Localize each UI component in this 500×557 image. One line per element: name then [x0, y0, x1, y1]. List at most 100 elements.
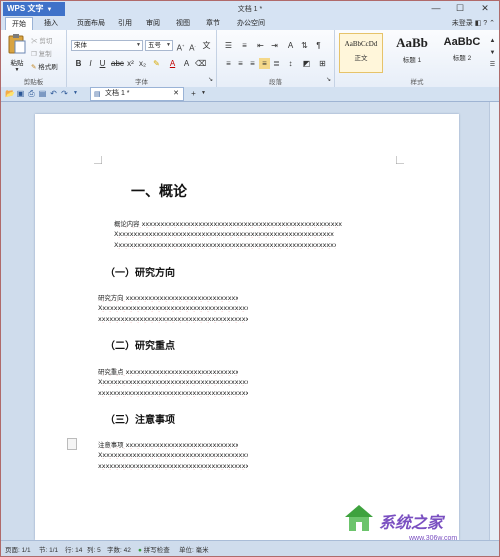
tab-view[interactable]: 视图: [171, 17, 195, 30]
save-icon[interactable]: ▣: [16, 89, 25, 98]
doc-tab-label: 文档 1 *: [105, 90, 130, 97]
cut-label: 剪切: [39, 38, 53, 45]
section-line[interactable]: Xxxxxxxxxxxxxxxxxxxxxxxxxxxxxxxxxxxxxxxx…: [98, 451, 248, 459]
redo-icon[interactable]: ↷: [60, 89, 69, 98]
tab-page-layout[interactable]: 页面布局: [71, 17, 111, 30]
show-marks-icon[interactable]: ¶: [313, 40, 324, 51]
scissors-icon: ✂: [31, 38, 38, 45]
indent-icon[interactable]: ⇥: [269, 40, 280, 51]
tab-references[interactable]: 引用: [113, 17, 137, 30]
bold-icon[interactable]: B: [73, 58, 84, 69]
paste-icon: [8, 34, 26, 54]
dialog-launcher-icon[interactable]: ↘: [323, 75, 334, 86]
pinyin-icon[interactable]: 文: [201, 40, 212, 51]
close-icon[interactable]: ✕: [173, 88, 179, 100]
section-line-text: Xxxxxxxxxxxxxxxxxxxxxxxxxxxxxxxxxxxxxxxx…: [98, 304, 248, 312]
help-icon[interactable]: ?: [483, 20, 487, 27]
intro-line[interactable]: Xxxxxxxxxxxxxxxxxxxxxxxxxxxxxxxxxxxxxxxx…: [114, 241, 336, 249]
distributed-icon[interactable]: ≣: [271, 58, 282, 69]
print-preview-icon[interactable]: ▤: [38, 89, 47, 98]
paste-button[interactable]: 粘贴 ▼: [7, 33, 27, 73]
font-color-icon[interactable]: A: [167, 58, 178, 69]
tab-insert[interactable]: 插入: [37, 17, 65, 30]
section-line[interactable]: xxxxxxxxxxxxxxxxxxxxxxxxxxxxxxxxxxxxxxxx…: [98, 389, 248, 397]
clear-format-icon[interactable]: ⌫: [195, 58, 206, 69]
cut-button[interactable]: ✂ 剪切: [31, 35, 52, 45]
chevron-up-icon[interactable]: ⌃: [489, 20, 495, 27]
subscript-icon[interactable]: x₂: [137, 58, 148, 69]
login-status[interactable]: 未登录 ◧ ? ⌃: [452, 17, 495, 30]
status-page[interactable]: 页面: 1/1: [5, 544, 31, 554]
line-spacing-icon[interactable]: ↕: [285, 58, 296, 69]
undo-icon[interactable]: ↶: [49, 89, 58, 98]
maximize-button[interactable]: ☐: [449, 2, 471, 15]
format-painter-button[interactable]: ✎ 格式刷: [31, 61, 58, 71]
justify-icon[interactable]: ≡: [259, 58, 270, 69]
font-size-select[interactable]: 五号 ▼: [145, 40, 173, 51]
grow-font-icon[interactable]: A+: [175, 40, 186, 53]
outdent-icon[interactable]: ⇤: [255, 40, 266, 51]
vertical-scrollbar[interactable]: [489, 102, 499, 540]
document-page[interactable]: [35, 114, 459, 540]
dialog-launcher-icon[interactable]: ↘: [205, 75, 216, 86]
doc-title[interactable]: 一、概论: [131, 181, 187, 201]
style-heading1[interactable]: AaBb 标题 1: [387, 33, 437, 73]
align-right-icon[interactable]: ≡: [247, 58, 258, 69]
intro-line[interactable]: 概论内容 xxxxxxxxxxxxxxxxxxxxxxxxxxxxxxxxxxx…: [114, 219, 342, 228]
section-line[interactable]: xxxxxxxxxxxxxxxxxxxxxxxxxxxxxxxxxxxxxxxx…: [98, 462, 248, 470]
section-heading[interactable]: （三）注意事项: [105, 411, 175, 426]
skin-icon[interactable]: ◧: [475, 20, 482, 27]
spell-check[interactable]: ● 拼写检查: [138, 544, 170, 554]
align-left-icon[interactable]: ≡: [223, 58, 234, 69]
section-heading[interactable]: （一）研究方向: [105, 264, 175, 279]
chevron-up-icon[interactable]: ▲: [487, 36, 498, 47]
print-icon[interactable]: ⎙: [27, 89, 36, 98]
spell-check-label: 拼写检查: [143, 547, 170, 554]
numbered-list-icon[interactable]: ≡: [239, 40, 250, 51]
tab-office-space[interactable]: 办公空间: [231, 17, 271, 30]
tab-review[interactable]: 审阅: [141, 17, 165, 30]
copy-button[interactable]: ❐ 复制: [31, 48, 52, 58]
section-line-text: 注意事项 xxxxxxxxxxxxxxxxxxxxxxxxxxxxxxxxxxx…: [98, 441, 238, 449]
strikethrough-icon[interactable]: abc: [111, 58, 124, 69]
section-line[interactable]: 注意事项 xxxxxxxxxxxxxxxxxxxxxxxxxxxxxxxxxxx…: [98, 440, 238, 449]
font-name-select[interactable]: 宋体 ▼: [71, 40, 143, 51]
section-line[interactable]: xxxxxxxxxxxxxxxxxxxxxxxxxxxxxxxxxxxxxxxx…: [98, 315, 248, 323]
intro-line-text: Xxxxxxxxxxxxxxxxxxxxxxxxxxxxxxxxxxxxxxxx…: [114, 230, 334, 238]
close-button[interactable]: ✕: [473, 2, 497, 15]
section-heading[interactable]: （二）研究重点: [105, 337, 175, 352]
align-center-icon[interactable]: ≡: [235, 58, 246, 69]
section-line[interactable]: Xxxxxxxxxxxxxxxxxxxxxxxxxxxxxxxxxxxxxxxx…: [98, 378, 248, 386]
char-shading-icon[interactable]: A: [181, 58, 192, 69]
intro-line[interactable]: Xxxxxxxxxxxxxxxxxxxxxxxxxxxxxxxxxxxxxxxx…: [114, 230, 334, 238]
superscript-icon[interactable]: x²: [125, 58, 136, 69]
underline-icon[interactable]: U: [97, 58, 108, 69]
more-styles-icon[interactable]: ☰: [487, 60, 498, 71]
new-tab-icon[interactable]: +: [189, 89, 198, 98]
italic-icon[interactable]: I: [85, 58, 96, 69]
sort-icon[interactable]: ⇅: [299, 40, 310, 51]
tab-chapter[interactable]: 章节: [201, 17, 225, 30]
chevron-down-icon[interactable]: ▼: [199, 89, 208, 98]
section-line[interactable]: Xxxxxxxxxxxxxxxxxxxxxxxxxxxxxxxxxxxxxxxx…: [98, 304, 248, 312]
style-heading2[interactable]: AaBbC 标题 2: [439, 33, 485, 73]
menu-tabs: 开始 插入 页面布局 引用 审阅 视图 章节 办公空间 未登录 ◧ ? ⌃: [1, 17, 499, 30]
style-normal[interactable]: AaBbCcDd 正文: [339, 33, 383, 73]
chevron-down-icon[interactable]: ▼: [71, 89, 80, 98]
highlight-icon[interactable]: ✎: [151, 58, 162, 69]
minimize-button[interactable]: —: [425, 2, 447, 15]
shrink-font-icon[interactable]: A-: [187, 40, 198, 53]
status-words[interactable]: 字数: 42: [107, 544, 131, 554]
chevron-down-icon[interactable]: ▼: [487, 48, 498, 59]
doc-tab[interactable]: ▤ 文档 1 * ✕: [90, 87, 184, 101]
shading-icon[interactable]: ◩: [301, 58, 312, 69]
copy-icon: ❐: [31, 51, 37, 58]
section-line[interactable]: 研究方向 xxxxxxxxxxxxxxxxxxxxxxxxxxxxxxxxxxx…: [98, 293, 238, 302]
bullet-list-icon[interactable]: ☰: [223, 40, 234, 51]
tab-home[interactable]: 开始: [5, 17, 33, 30]
border-icon[interactable]: ⊞: [317, 58, 328, 69]
section-line[interactable]: 研究重点 xxxxxxxxxxxxxxxxxxxxxxxxxxxxxxxxxxx…: [98, 367, 238, 376]
status-unit[interactable]: 单位: 毫米: [179, 544, 209, 554]
open-icon[interactable]: 📂: [5, 89, 15, 98]
text-direction-icon[interactable]: A: [285, 40, 296, 51]
